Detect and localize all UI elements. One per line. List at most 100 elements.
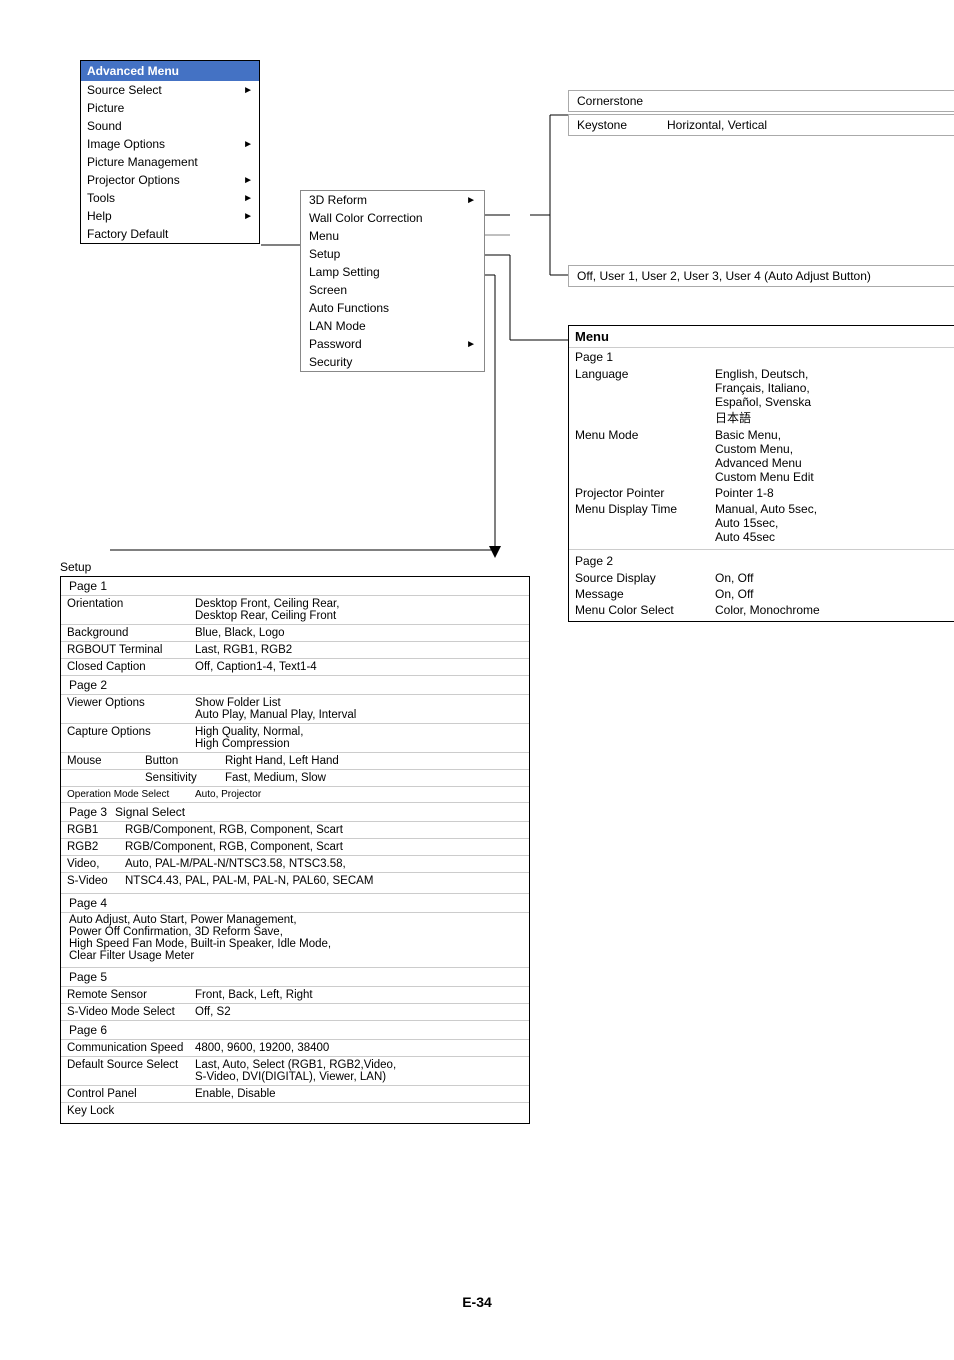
color-select-label: Menu Color Select	[575, 603, 715, 617]
setup-row-svideo-mode: S-Video Mode Select Off, S2	[61, 1003, 529, 1020]
key-lock-label: Key Lock	[61, 1103, 191, 1119]
closed-caption-value: Off, Caption1-4, Text1-4	[191, 659, 529, 675]
menu-item-sound[interactable]: Sound	[81, 117, 259, 135]
setup-page5-header: Page 5	[61, 967, 529, 986]
arrow-right-icon: ►	[466, 195, 476, 206]
submenu-item-password[interactable]: Password ►	[301, 335, 484, 353]
menu-row-message: Message On, Off	[569, 586, 954, 602]
default-source-label: Default Source Select	[61, 1057, 191, 1085]
operation-mode-value: Auto, Projector	[191, 787, 529, 802]
user-options-row: Off, User 1, User 2, User 3, User 4 (Aut…	[568, 265, 954, 287]
key-lock-value	[191, 1103, 529, 1119]
setup-row-key-lock: Key Lock	[61, 1102, 529, 1123]
mouse-label2	[61, 770, 141, 786]
svideo-value: NTSC4.43, PAL, PAL-M, PAL-N, PAL60, SECA…	[121, 873, 529, 889]
menu-item-picture[interactable]: Picture	[81, 99, 259, 117]
color-select-value: Color, Monochrome	[715, 603, 820, 617]
button-label: Button	[141, 753, 221, 769]
advanced-menu-title: Advanced Menu	[81, 61, 259, 81]
menu-item-projector-options[interactable]: Projector Options ►	[81, 171, 259, 189]
language-value: English, Deutsch,Français, Italiano,Espa…	[715, 367, 811, 426]
menu-row-source-display: Source Display On, Off	[569, 570, 954, 586]
setup-row-mouse-button: Mouse Button Right Hand, Left Hand	[61, 752, 529, 769]
rgbout-value: Last, RGB1, RGB2	[191, 642, 529, 658]
menu-item-picture-management[interactable]: Picture Management	[81, 153, 259, 171]
message-label: Message	[575, 587, 715, 601]
svideo-mode-label: S-Video Mode Select	[61, 1004, 191, 1020]
submenu-item-screen[interactable]: Screen	[301, 281, 484, 299]
capture-options-label: Capture Options	[61, 724, 191, 752]
submenu-item-menu[interactable]: Menu	[301, 227, 484, 245]
pointer-value: Pointer 1-8	[715, 486, 774, 500]
rgbout-label: RGBOUT Terminal	[61, 642, 191, 658]
mouse-label: Mouse	[61, 753, 141, 769]
setup-page1-header: Page 1	[61, 577, 529, 595]
setup-area: Setup Page 1 Orientation Desktop Front, …	[60, 560, 530, 1124]
arrow-right-icon: ►	[243, 175, 253, 186]
control-panel-value: Enable, Disable	[191, 1086, 529, 1102]
submenu-item-auto-functions[interactable]: Auto Functions	[301, 299, 484, 317]
submenu-item-lamp[interactable]: Lamp Setting	[301, 263, 484, 281]
rgb2-label: RGB2	[61, 839, 121, 855]
operation-mode-label: Operation Mode Select	[61, 787, 191, 802]
page-footer: E-34	[20, 1294, 934, 1310]
display-time-value: Manual, Auto 5sec,Auto 15sec,Auto 45sec	[715, 502, 817, 544]
comm-speed-label: Communication Speed	[61, 1040, 191, 1056]
setup-row-control-panel: Control Panel Enable, Disable	[61, 1085, 529, 1102]
viewer-options-value: Show Folder ListAuto Play, Manual Play, …	[191, 695, 529, 723]
source-display-value: On, Off	[715, 571, 753, 585]
video-value: Auto, PAL-M/PAL-N/NTSC3.58, NTSC3.58,	[121, 856, 529, 872]
submenu-item-lan-mode[interactable]: LAN Mode	[301, 317, 484, 335]
menu-item-factory-default[interactable]: Factory Default	[81, 225, 259, 243]
menu-mode-value: Basic Menu,Custom Menu,Advanced MenuCust…	[715, 428, 814, 484]
setup-row-closed-caption: Closed Caption Off, Caption1-4, Text1-4	[61, 658, 529, 675]
setup-page3-header: Page 3 Signal Select	[61, 802, 529, 821]
setup-title: Setup	[60, 560, 530, 576]
language-label: Language	[575, 367, 715, 426]
setup-row-remote-sensor: Remote Sensor Front, Back, Left, Right	[61, 986, 529, 1003]
menu-row-color-select: Menu Color Select Color, Monochrome	[569, 602, 954, 621]
user-options-value: Off, User 1, User 2, User 3, User 4 (Aut…	[577, 269, 871, 283]
menu-item-help[interactable]: Help ►	[81, 207, 259, 225]
projector-options-submenu: 3D Reform ► Wall Color Correction Menu S…	[300, 190, 485, 372]
submenu-item-security[interactable]: Security	[301, 353, 484, 371]
message-value: On, Off	[715, 587, 753, 601]
menu-row-language: Language English, Deutsch,Français, Ital…	[569, 366, 954, 427]
source-display-label: Source Display	[575, 571, 715, 585]
menu-row-mode: Menu Mode Basic Menu,Custom Menu,Advance…	[569, 427, 954, 485]
setup-row-orientation: Orientation Desktop Front, Ceiling Rear,…	[61, 595, 529, 624]
arrow-right-icon: ►	[466, 339, 476, 350]
menu-item-tools[interactable]: Tools ►	[81, 189, 259, 207]
menu-box: Menu Page 1 Language English, Deutsch,Fr…	[568, 325, 954, 622]
setup-row-svideo: S-Video NTSC4.43, PAL, PAL-M, PAL-N, PAL…	[61, 872, 529, 893]
signal-select-label: Signal Select	[115, 805, 185, 819]
sensitivity-value: Fast, Medium, Slow	[221, 770, 529, 786]
submenu-item-setup[interactable]: Setup	[301, 245, 484, 263]
submenu-item-wall-color[interactable]: Wall Color Correction	[301, 209, 484, 227]
setup-page2-header: Page 2	[61, 675, 529, 694]
setup-row-rgbout: RGBOUT Terminal Last, RGB1, RGB2	[61, 641, 529, 658]
remote-sensor-label: Remote Sensor	[61, 987, 191, 1003]
menu-box-title: Menu	[575, 329, 609, 344]
pointer-label: Projector Pointer	[575, 486, 715, 500]
viewer-options-label: Viewer Options	[61, 695, 191, 723]
menu-page1-label: Page 1	[569, 348, 954, 366]
comm-speed-value: 4800, 9600, 19200, 38400	[191, 1040, 529, 1056]
arrow-right-icon: ►	[243, 211, 253, 222]
setup-page6-header: Page 6	[61, 1020, 529, 1039]
rgb2-value: RGB/Component, RGB, Component, Scart	[121, 839, 529, 855]
display-time-label: Menu Display Time	[575, 502, 715, 544]
menu-item-source-select[interactable]: Source Select ►	[81, 81, 259, 99]
setup-row-rgb2: RGB2 RGB/Component, RGB, Component, Scar…	[61, 838, 529, 855]
submenu-item-3d-reform[interactable]: 3D Reform ►	[301, 191, 484, 209]
orientation-label: Orientation	[61, 596, 191, 624]
svideo-label: S-Video	[61, 873, 121, 889]
menu-page2-label: Page 2	[569, 552, 954, 570]
arrow-right-icon: ►	[243, 85, 253, 96]
arrow-right-icon: ►	[243, 139, 253, 150]
default-source-value: Last, Auto, Select (RGB1, RGB2,Video,S-V…	[191, 1057, 529, 1085]
background-label: Background	[61, 625, 191, 641]
menu-item-image-options[interactable]: Image Options ►	[81, 135, 259, 153]
sensitivity-label: Sensitivity	[141, 770, 221, 786]
orientation-value: Desktop Front, Ceiling Rear,Desktop Rear…	[191, 596, 529, 624]
